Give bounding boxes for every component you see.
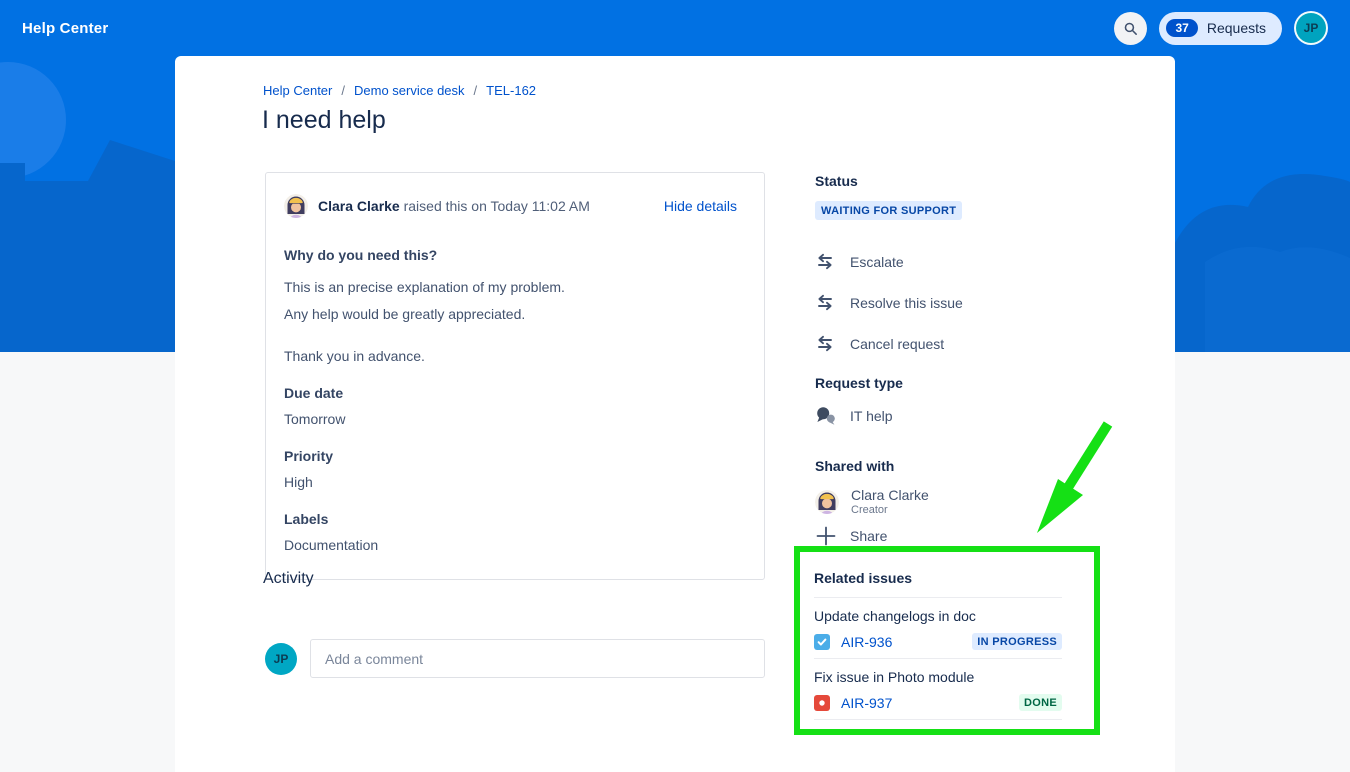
transition-icon	[815, 334, 835, 354]
description-line: Any help would be greatly appreciated.	[284, 303, 737, 326]
request-details-card: Clara Clarke raised this on Today 11:02 …	[265, 172, 765, 580]
shared-with-label: Shared with	[815, 458, 1105, 474]
request-type-label: Request type	[815, 375, 1105, 391]
clara-avatar-icon	[815, 490, 839, 514]
clara-avatar-icon	[284, 194, 308, 218]
add-comment-input[interactable]	[310, 639, 765, 678]
description-line: This is an precise explanation of my pro…	[284, 276, 737, 299]
request-description: This is an precise explanation of my pro…	[284, 276, 737, 326]
issue-key-link[interactable]: AIR-937	[841, 695, 892, 711]
related-issues-section: Related issues Update changelogs in doc …	[800, 570, 1094, 720]
escalate-action[interactable]: Escalate	[815, 252, 1105, 272]
top-bar: Help Center 37 Requests JP	[0, 0, 1350, 56]
shared-person-row: Clara Clarke Creator	[815, 487, 1105, 516]
help-center-logo[interactable]: Help Center	[22, 20, 108, 37]
user-avatar[interactable]: JP	[1294, 11, 1328, 45]
shared-person-avatar	[815, 490, 839, 514]
comment-avatar: JP	[265, 643, 297, 675]
field-label-priority: Priority	[284, 448, 737, 464]
requests-count-badge: 37	[1166, 19, 1197, 37]
reporter-line: Clara Clarke raised this on Today 11:02 …	[318, 198, 590, 214]
transition-icon	[815, 252, 835, 272]
status-actions: Escalate Resolve this issue Cancel reque…	[815, 252, 1105, 354]
breadcrumb-separator: /	[474, 83, 478, 98]
reporter-avatar	[284, 194, 308, 218]
reporter-name: Clara Clarke	[318, 198, 400, 214]
content-panel: Help Center / Demo service desk / TEL-16…	[175, 56, 1175, 772]
divider	[814, 658, 1062, 659]
question-label: Why do you need this?	[284, 247, 737, 263]
resolve-label: Resolve this issue	[850, 295, 963, 311]
share-button[interactable]: Share	[815, 525, 1105, 547]
raised-text: raised this on Today 11:02 AM	[404, 198, 590, 214]
divider	[814, 597, 1062, 598]
hide-details-link[interactable]: Hide details	[664, 198, 737, 214]
cancel-action[interactable]: Cancel request	[815, 334, 1105, 354]
breadcrumb: Help Center / Demo service desk / TEL-16…	[263, 83, 536, 98]
breadcrumb-separator: /	[341, 83, 345, 98]
search-button[interactable]	[1114, 12, 1147, 45]
request-card-header: Clara Clarke raised this on Today 11:02 …	[284, 194, 737, 218]
requests-button[interactable]: 37 Requests	[1159, 12, 1282, 45]
request-type-row: IT help	[815, 406, 1105, 426]
field-label-due-date: Due date	[284, 385, 737, 401]
shared-person-info: Clara Clarke Creator	[851, 487, 929, 516]
status-label: Status	[815, 173, 1105, 189]
issue-status-badge: IN PROGRESS	[972, 633, 1062, 650]
transition-icon	[815, 293, 835, 313]
bug-icon	[814, 695, 830, 711]
status-badge: WAITING FOR SUPPORT	[815, 201, 962, 220]
related-issue-summary: Update changelogs in doc	[814, 608, 1062, 624]
issue-status-badge: DONE	[1019, 694, 1062, 711]
related-issue-summary: Fix issue in Photo module	[814, 669, 1062, 685]
related-issues-heading: Related issues	[814, 570, 1062, 586]
breadcrumb-issue-key[interactable]: TEL-162	[486, 83, 536, 98]
divider	[814, 719, 1062, 720]
issue-key-link[interactable]: AIR-936	[841, 634, 892, 650]
cancel-label: Cancel request	[850, 336, 944, 352]
request-sidebar: Status WAITING FOR SUPPORT Escalate Reso…	[815, 173, 1105, 547]
request-type-value: IT help	[850, 408, 893, 424]
field-value-labels: Documentation	[284, 537, 737, 553]
field-value-due-date: Tomorrow	[284, 411, 737, 427]
breadcrumb-service-desk[interactable]: Demo service desk	[354, 83, 465, 98]
field-label-labels: Labels	[284, 511, 737, 527]
activity-heading: Activity	[263, 570, 314, 588]
shared-person-name: Clara Clarke	[851, 487, 929, 503]
page-title: I need help	[262, 106, 386, 135]
plus-icon	[815, 525, 837, 547]
escalate-label: Escalate	[850, 254, 904, 270]
task-icon	[814, 634, 830, 650]
resolve-action[interactable]: Resolve this issue	[815, 293, 1105, 313]
related-issue-row: AIR-936 IN PROGRESS	[814, 633, 1062, 650]
topbar-right: 37 Requests JP	[1114, 11, 1328, 45]
related-issue-row: AIR-937 DONE	[814, 694, 1062, 711]
chat-bubbles-icon	[815, 406, 837, 426]
search-icon	[1122, 20, 1139, 37]
related-issues-annotation-box: Related issues Update changelogs in doc …	[794, 546, 1100, 735]
field-value-priority: High	[284, 474, 737, 490]
breadcrumb-help-center[interactable]: Help Center	[263, 83, 332, 98]
comment-row: JP	[265, 639, 765, 678]
help-center-page: Help Center 37 Requests JP Help Center /…	[0, 0, 1350, 772]
description-closing: Thank you in advance.	[284, 348, 737, 364]
requests-label: Requests	[1207, 20, 1266, 36]
share-label: Share	[850, 528, 887, 544]
shared-person-role: Creator	[851, 504, 929, 516]
